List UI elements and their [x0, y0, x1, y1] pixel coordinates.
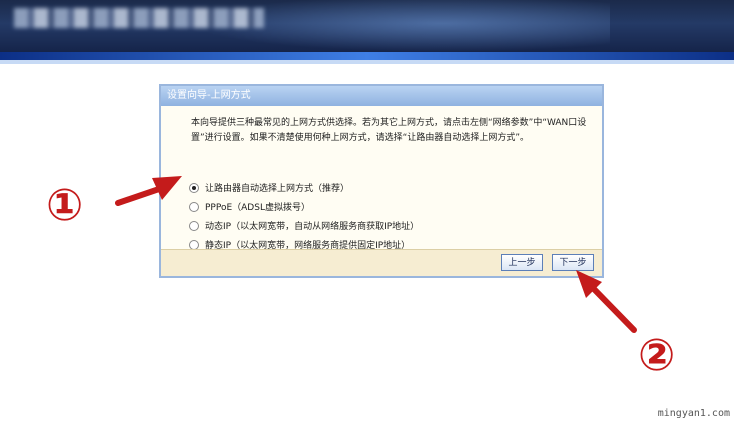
watermark: mingyan1.com — [657, 408, 730, 419]
arrow-2-icon — [576, 270, 637, 333]
annotation-arrows — [115, 176, 637, 333]
step-2-marker: ② — [638, 330, 676, 381]
step-1-marker: ① — [46, 180, 84, 231]
arrow-1-icon — [115, 176, 182, 206]
